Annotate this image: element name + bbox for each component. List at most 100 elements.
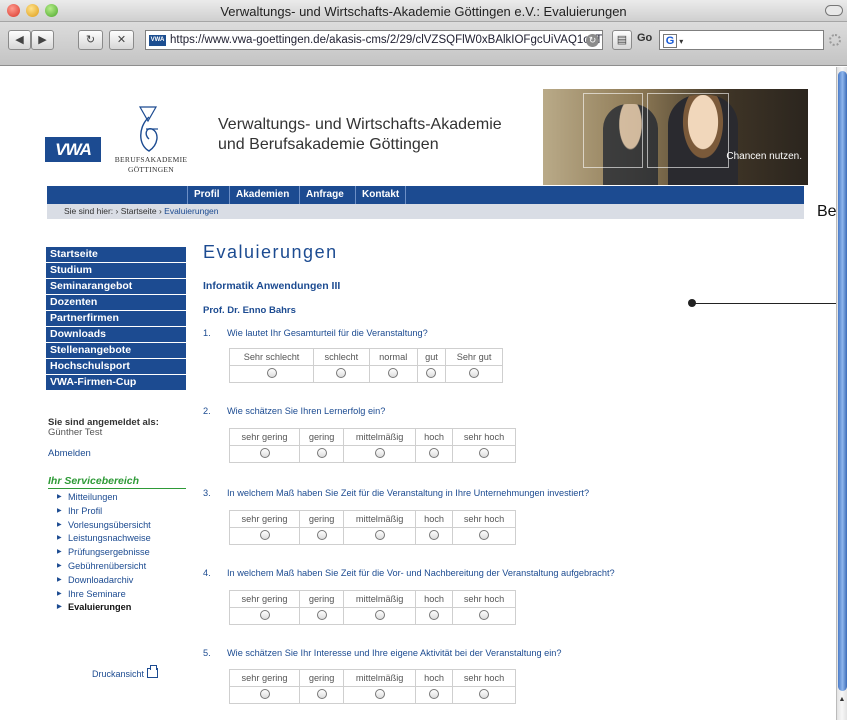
sidebar-item-stellenangebote[interactable]: Stellenangebote <box>46 343 186 358</box>
reload-icon: ↻ <box>85 34 96 46</box>
service-item-seminare[interactable]: ▶ Ihre Seminare <box>57 588 192 602</box>
stop-icon: ✕ <box>116 34 127 46</box>
forward-button[interactable]: ▶ <box>31 30 54 50</box>
sidebar-item-startseite[interactable]: Startseite <box>46 247 186 262</box>
arrow-right-icon: ▶ <box>57 507 62 514</box>
sidebar-item-partnerfirmen[interactable]: Partnerfirmen <box>46 311 186 326</box>
title-bar: Verwaltungs- und Wirtschafts-Akademie Gö… <box>0 0 847 22</box>
rating-radio[interactable] <box>259 448 270 458</box>
service-item-gebuehrenuebersicht[interactable]: ▶ Gebührenübersicht <box>57 560 192 574</box>
rating-radio[interactable] <box>429 689 440 699</box>
service-item-label: Vorlesungsübersicht <box>68 519 151 530</box>
service-area-heading: Ihr Servicebereich <box>48 475 186 489</box>
rating-radio[interactable] <box>259 689 270 699</box>
option-label: sehr gering <box>228 428 301 446</box>
rating-radio[interactable] <box>316 689 327 699</box>
arrow-right-icon: ▶ <box>57 562 62 569</box>
printer-icon <box>147 665 159 678</box>
sidebar-item-downloads[interactable]: Downloads <box>46 327 186 342</box>
scroll-up-arrow-icon[interactable]: ▲ <box>837 696 847 710</box>
rating-radio[interactable] <box>266 368 277 378</box>
rating-radio[interactable] <box>426 368 437 378</box>
option-label: gut <box>416 348 447 366</box>
rating-radio[interactable] <box>388 368 399 378</box>
option-label: hoch <box>415 428 454 446</box>
stop-button[interactable]: ✕ <box>109 30 134 50</box>
sidebar-item-hochschulsport[interactable]: Hochschulsport <box>46 359 186 374</box>
rating-radio[interactable] <box>316 530 327 540</box>
option-label: sehr gering <box>228 669 301 687</box>
arrow-right-icon: ▶ <box>57 494 62 500</box>
url-text: https://www.vwa-goettingen.de/akasis-cms… <box>170 34 603 46</box>
site-title: Verwaltungs- und Wirtschafts-Akademie un… <box>218 115 502 155</box>
option-label: normal <box>368 348 418 366</box>
option-label: Sehr schlecht <box>228 348 315 366</box>
rating-radio[interactable] <box>429 448 440 458</box>
service-item-evaluierungen[interactable]: ▶ Evaluierungen <box>57 601 192 615</box>
option-label: hoch <box>415 590 454 608</box>
option-label: sehr hoch <box>452 428 516 446</box>
print-button[interactable]: ▤ <box>612 30 632 50</box>
breadcrumb-current[interactable]: Evaluierungen <box>164 206 218 216</box>
option-label: gering <box>299 510 345 528</box>
rating-radio[interactable] <box>336 368 347 378</box>
rating-radio[interactable] <box>374 530 385 540</box>
rating-radio[interactable] <box>374 689 385 699</box>
option-label: gering <box>299 669 345 687</box>
option-label: mittelmäßig <box>343 510 417 528</box>
logout-link[interactable]: Abmelden <box>48 448 91 459</box>
rating-radio[interactable] <box>469 368 480 378</box>
question-2: 2. Wie schätzen Sie Ihren Lernerfolg ein? <box>203 406 385 416</box>
nav-profil[interactable]: Profil <box>187 186 226 204</box>
window-title: Verwaltungs- und Wirtschafts-Akademie Gö… <box>220 4 627 19</box>
sidebar-item-dozenten[interactable]: Dozenten <box>46 295 186 310</box>
option-label: schlecht <box>313 348 370 366</box>
back-button[interactable]: ◀ <box>8 30 31 50</box>
reload-button[interactable]: ↻ <box>78 30 103 50</box>
print-view-link[interactable]: Druckansicht <box>92 665 159 679</box>
rating-radio[interactable] <box>316 610 327 620</box>
option-label: hoch <box>415 510 454 528</box>
nav-anfrage[interactable]: Anfrage <box>299 186 350 204</box>
toolbar-toggle-button[interactable] <box>825 5 843 16</box>
rating-radio[interactable] <box>479 530 490 540</box>
nav-kontakt[interactable]: Kontakt <box>355 186 407 204</box>
google-search-field[interactable]: G ▾ <box>659 30 824 50</box>
service-item-label: Prüfungsergebnisse <box>68 547 150 558</box>
rating-radio[interactable] <box>429 610 440 620</box>
vwa-logo[interactable]: VWA <box>45 137 101 162</box>
scrollbar-thumb[interactable] <box>838 71 847 691</box>
hero-slogan: Chancen nutzen. <box>726 151 802 162</box>
question-text: In welchem Maß haben Sie Zeit für die Vo… <box>227 568 615 578</box>
rating-radio[interactable] <box>374 448 385 458</box>
printer-icon: ▤ <box>616 34 628 46</box>
rating-table-4: sehr gering gering mittelmäßig hoch sehr hoc… <box>228 590 516 625</box>
search-engine-dropdown-icon[interactable]: ▾ <box>677 37 683 46</box>
address-bar[interactable]: VWA https://www.vwa-goettingen.de/akasis… <box>145 30 603 50</box>
vertical-scrollbar[interactable]: ▲ <box>836 67 847 720</box>
question-4: 4. In welchem Maß haben Sie Zeit für die … <box>203 568 615 578</box>
rating-radio[interactable] <box>479 448 490 458</box>
service-item-mitteilungen[interactable]: ▶ Mitteilungen <box>57 491 192 505</box>
option-label: sehr hoch <box>452 510 516 528</box>
address-refresh-icon[interactable]: ↻ <box>586 34 599 47</box>
service-item-pruefungsergebnisse[interactable]: ▶ Prüfungsergebnisse <box>57 546 192 560</box>
service-item-vorlesungsuebersicht[interactable]: ▶ Vorlesungsübersicht <box>57 519 192 533</box>
sidebar-item-studium[interactable]: Studium <box>46 263 186 278</box>
service-item-leistungsnachweise[interactable]: ▶ Leistungsnachweise <box>57 532 192 546</box>
rating-radio[interactable] <box>374 610 385 620</box>
nav-akademien[interactable]: Akademien <box>229 186 295 204</box>
rating-radio[interactable] <box>316 448 327 458</box>
rating-radio[interactable] <box>479 689 490 699</box>
service-item-downloadarchiv[interactable]: ▶ Downloadarchiv <box>57 574 192 588</box>
rating-radio[interactable] <box>259 610 270 620</box>
rating-radio[interactable] <box>429 530 440 540</box>
arrow-right-icon: ▶ <box>57 535 62 542</box>
service-item-label: Leistungsnachweise <box>68 533 151 544</box>
service-item-profil[interactable]: ▶ Ihr Profil <box>57 505 192 519</box>
sidebar-item-seminarangebot[interactable]: Seminarangebot <box>46 279 186 294</box>
rating-radio[interactable] <box>259 530 270 540</box>
page-title: Evaluierungen <box>203 242 338 262</box>
sidebar-item-firmen-cup[interactable]: VWA-Firmen-Cup <box>46 375 186 390</box>
rating-radio[interactable] <box>479 610 490 620</box>
